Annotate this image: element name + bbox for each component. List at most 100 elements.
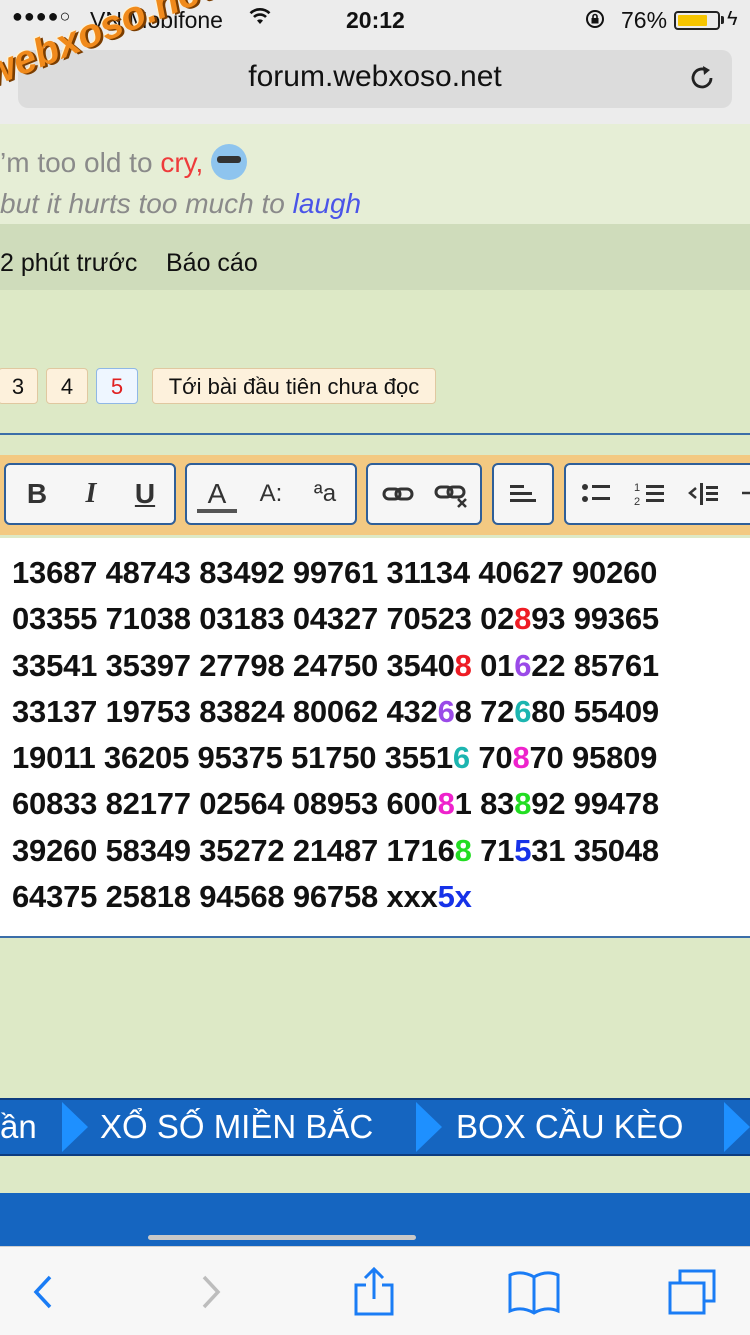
highlighted-digit: 5x [437, 879, 472, 915]
signature-line-1: ’m too old to cry, [0, 144, 248, 180]
text-style-group: B I U [4, 463, 176, 525]
tabs-icon[interactable] [666, 1267, 722, 1317]
list-group: 1 2 [564, 463, 750, 525]
signature-line-2: but it hurts too much to laugh [0, 188, 361, 220]
highlighted-digit: 8 [454, 647, 472, 683]
message-editor[interactable]: 13687 48743 83492 99761 31134 40627 9026… [0, 538, 750, 938]
number-text: 70 95809 [529, 740, 658, 776]
sunglasses-emoji-icon [211, 144, 248, 180]
nav-separator-arrow-icon [62, 1102, 88, 1152]
share-icon[interactable] [346, 1267, 402, 1317]
highlighted-digit: 6 [514, 693, 532, 729]
highlighted-digit: 6 [452, 740, 470, 776]
number-text: 71 [471, 832, 515, 868]
nav-item-box-cau-keo[interactable]: BOX CẦU KÈO [456, 1108, 683, 1146]
number-line: 33541 35397 27798 24750 35408 01622 8576… [12, 643, 659, 689]
highlighted-digit: 8 [437, 786, 455, 822]
charging-bolt-icon: ϟ [727, 8, 738, 30]
signature-text: but it hurts too much to [0, 188, 293, 219]
back-icon[interactable] [16, 1267, 72, 1317]
battery-nub [721, 16, 724, 24]
number-text: 64375 25818 94568 96758 xxx [12, 879, 438, 915]
page-button-3[interactable]: 3 [0, 368, 38, 404]
underline-button[interactable]: U [128, 475, 162, 513]
italic-button[interactable]: I [74, 475, 108, 513]
footer-bar [0, 1193, 750, 1249]
battery-percentage: 76% [621, 7, 668, 33]
number-text: 80 55409 [531, 693, 659, 729]
highlighted-digit: 5 [514, 832, 532, 868]
battery-icon [674, 11, 720, 30]
svg-text:1: 1 [634, 482, 640, 494]
clock: 20:12 [346, 7, 405, 33]
number-text: 1 83 [454, 786, 515, 822]
divider [0, 433, 750, 435]
number-line: 19011 36205 95375 51750 35516 70870 9580… [12, 735, 659, 781]
post-meta-bar: 2 phút trước Báo cáo [0, 224, 750, 290]
numbered-list-icon[interactable]: 1 2 [632, 475, 668, 513]
first-unread-button[interactable]: Tới bài đầu tiên chưa đọc [152, 368, 436, 404]
number-text: 92 99478 [531, 786, 659, 822]
reload-icon[interactable] [686, 62, 718, 94]
signature-blue-word: laugh [292, 188, 362, 219]
number-text: 93 99365 [531, 601, 659, 637]
post-signature: ’m too old to cry, but it hurts too much… [0, 124, 750, 224]
nav-item-xo-so-mien-bac[interactable]: XỔ SỐ MIỀN BẮC [100, 1108, 373, 1146]
font-color-button[interactable]: A [197, 475, 237, 513]
outdent-icon[interactable] [686, 475, 722, 513]
svg-text:2: 2 [634, 496, 640, 508]
address-bar[interactable]: forum.webxoso.net [18, 50, 732, 108]
font-family-button[interactable]: ªa [305, 475, 345, 513]
number-line: 03355 71038 03183 04327 70523 02893 9936… [12, 596, 659, 642]
forward-icon[interactable] [182, 1267, 238, 1317]
number-text: 22 85761 [531, 647, 659, 683]
number-line: 60833 82177 02564 08953 60081 83892 9947… [12, 781, 659, 827]
nav-separator-arrow-icon [724, 1102, 750, 1152]
number-text: 39260 58349 35272 21487 1716 [12, 832, 455, 868]
unlink-icon[interactable] [432, 475, 472, 513]
font-size-button[interactable]: A: [251, 475, 291, 513]
font-group: A A: ªa [185, 463, 357, 525]
number-text: 8 72 [454, 693, 515, 729]
number-line: 13687 48743 83492 99761 31134 40627 9026… [12, 550, 659, 596]
wifi-icon [249, 8, 271, 24]
highlighted-digit: 6 [514, 647, 532, 683]
number-text: 33137 19753 83824 80062 432 [12, 693, 438, 729]
indent-icon[interactable] [738, 475, 750, 513]
scroll-indicator [148, 1235, 416, 1240]
battery-level [678, 15, 707, 26]
url-text[interactable]: forum.webxoso.net [18, 60, 732, 94]
post-timestamp[interactable]: 2 phút trước [0, 249, 137, 278]
highlighted-digit: 6 [437, 693, 455, 729]
highlighted-digit: 8 [512, 740, 530, 776]
nav-separator-arrow-icon [416, 1102, 442, 1152]
number-text: 31 35048 [531, 832, 659, 868]
number-text: 19011 36205 95375 51750 3551 [12, 740, 453, 776]
number-line: 39260 58349 35272 21487 17168 71531 3504… [12, 828, 659, 874]
highlighted-digit: 8 [514, 786, 532, 822]
align-left-icon[interactable] [506, 475, 540, 513]
number-line: 33137 19753 83824 80062 43268 72680 5540… [12, 689, 659, 735]
editor-content[interactable]: 13687 48743 83492 99761 31134 40627 9026… [12, 550, 659, 920]
nav-item-partial[interactable]: ần [0, 1108, 37, 1146]
signature-text: ’m too old to [0, 147, 161, 178]
editor-toolbar: B I U A A: ªa 1 2 [0, 455, 750, 535]
forum-nav-bar: ần XỔ SỐ MIỀN BẮC BOX CẦU KÈO [0, 1098, 750, 1156]
bullet-list-icon[interactable] [578, 475, 614, 513]
highlighted-digit: 8 [454, 832, 472, 868]
orientation-lock-icon [586, 10, 604, 28]
highlighted-digit: 8 [514, 601, 532, 637]
bookmarks-icon[interactable] [506, 1267, 562, 1317]
browser-chrome: ●●●●○ VN Mobifone 20:12 76% ϟ forum.webx… [0, 0, 750, 125]
link-icon[interactable] [378, 475, 418, 513]
bold-button[interactable]: B [20, 475, 54, 513]
number-text: 33541 35397 27798 24750 3540 [12, 647, 455, 683]
number-line: 64375 25818 94568 96758 xxx5x [12, 874, 659, 920]
number-text: 01 [471, 647, 515, 683]
signature-red-word: cry, [160, 147, 204, 178]
align-group [492, 463, 554, 525]
page-button-5-current[interactable]: 5 [96, 368, 138, 404]
number-text: 60833 82177 02564 08953 600 [12, 786, 438, 822]
report-link[interactable]: Báo cáo [166, 249, 258, 278]
page-button-4[interactable]: 4 [46, 368, 88, 404]
